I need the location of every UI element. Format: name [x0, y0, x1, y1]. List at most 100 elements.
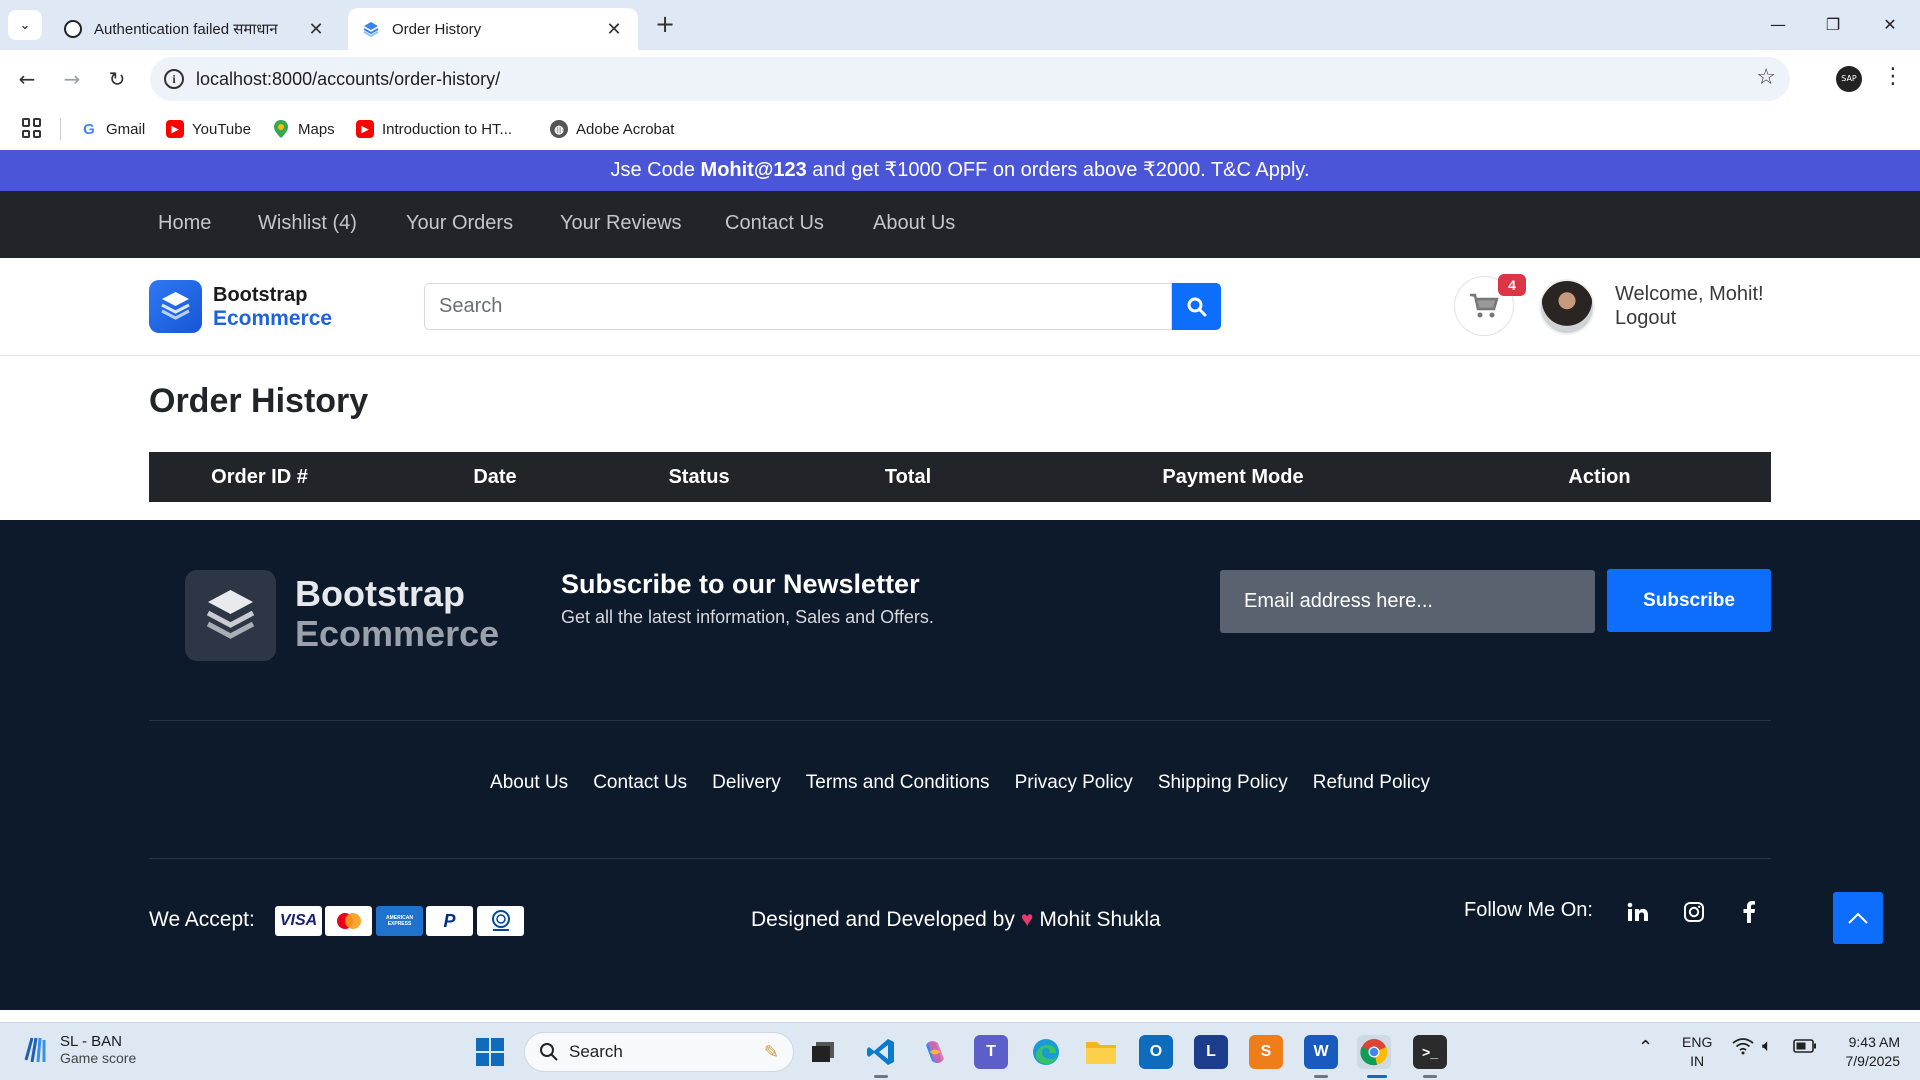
- follow-label: Follow Me On:: [1464, 899, 1593, 921]
- footer-link-privacy[interactable]: Privacy Policy: [1015, 772, 1133, 794]
- logout-link[interactable]: Logout: [1615, 306, 1764, 330]
- nav-your-reviews[interactable]: Your Reviews: [560, 212, 682, 235]
- footer-logo[interactable]: Bootstrap Ecommerce: [295, 574, 499, 654]
- col-action: Action: [1568, 465, 1631, 488]
- url-text[interactable]: localhost:8000/accounts/order-history/: [196, 69, 500, 90]
- footer-link-about[interactable]: About Us: [490, 772, 568, 794]
- footer-link-delivery[interactable]: Delivery: [712, 772, 781, 794]
- bookmark-star-icon[interactable]: ☆: [1756, 65, 1776, 90]
- clock[interactable]: 9:43 AM 7/9/2025: [1830, 1033, 1901, 1071]
- google-icon: G: [83, 120, 95, 138]
- bookmark-adobe-acrobat[interactable]: ◍ Adobe Acrobat: [550, 118, 674, 140]
- nav-wishlist[interactable]: Wishlist (4): [258, 212, 357, 235]
- welcome-text: Welcome, Mohit!: [1615, 283, 1764, 305]
- copilot-icon[interactable]: [918, 1035, 952, 1069]
- battery-icon[interactable]: [1793, 1038, 1817, 1057]
- paypal-card-icon: P: [426, 906, 473, 936]
- close-tab-icon[interactable]: ✕: [306, 19, 326, 40]
- tab-title: Authentication failed समाधान: [94, 21, 278, 38]
- terminal-icon[interactable]: >_: [1413, 1035, 1447, 1069]
- windows-start-icon[interactable]: [473, 1035, 507, 1069]
- taskbar-search-label: Search: [569, 1042, 623, 1061]
- nav-contact-us[interactable]: Contact Us: [725, 212, 824, 235]
- col-total: Total: [884, 465, 932, 488]
- widgets-button[interactable]: SL - BAN Game score: [22, 1033, 136, 1066]
- new-tab-button[interactable]: +: [650, 10, 680, 40]
- restore-icon[interactable]: ❐: [1813, 10, 1853, 40]
- language-code: ENG: [1682, 1034, 1713, 1050]
- footer-link-terms[interactable]: Terms and Conditions: [806, 772, 990, 794]
- bookmark-label: Gmail: [106, 120, 146, 138]
- minimize-icon[interactable]: —: [1758, 10, 1798, 40]
- more-menu-icon[interactable]: ⋮: [1882, 64, 1904, 89]
- back-arrow-icon[interactable]: ←: [12, 64, 42, 94]
- clock-time: 9:43 AM: [1848, 1034, 1900, 1050]
- taskbar-search-box[interactable]: Search ✎: [524, 1032, 794, 1072]
- chrome-icon[interactable]: [1357, 1035, 1391, 1069]
- user-avatar[interactable]: [1539, 279, 1595, 335]
- bookmark-youtube[interactable]: ▶ YouTube: [166, 118, 251, 140]
- profile-avatar[interactable]: SAP: [1836, 66, 1862, 92]
- tray-overflow-chevron-icon[interactable]: ⌃: [1638, 1037, 1653, 1058]
- linkedin-icon[interactable]: [1626, 900, 1650, 924]
- language-indicator[interactable]: ENG IN: [1682, 1033, 1712, 1071]
- subscribe-button[interactable]: Subscribe: [1607, 569, 1771, 632]
- amex-card-icon: AMERICAN EXPRESS: [376, 906, 423, 936]
- logo-layers-icon[interactable]: [149, 280, 202, 333]
- footer-link-contact[interactable]: Contact Us: [593, 772, 687, 794]
- nav-about-us[interactable]: About Us: [873, 212, 955, 235]
- tab-search-button[interactable]: ⌄: [8, 10, 42, 40]
- search-icon: [540, 1043, 558, 1061]
- site-logo[interactable]: Bootstrap Ecommerce: [213, 284, 332, 330]
- apps-grid-icon[interactable]: [22, 118, 42, 138]
- task-view-icon[interactable]: [806, 1035, 840, 1069]
- region-code: IN: [1690, 1053, 1705, 1069]
- address-bar[interactable]: i localhost:8000/accounts/order-history/…: [150, 57, 1790, 101]
- maps-pin-icon: [272, 120, 290, 138]
- scroll-to-top-button[interactable]: [1833, 892, 1883, 944]
- instagram-icon[interactable]: [1682, 900, 1706, 924]
- openai-favicon-icon: [64, 20, 82, 38]
- edge-icon[interactable]: [1029, 1035, 1063, 1069]
- close-window-icon[interactable]: ✕: [1870, 10, 1910, 40]
- logo-line-2: Ecommerce: [213, 307, 333, 330]
- newsletter-email-input[interactable]: [1220, 570, 1595, 633]
- search-input[interactable]: [425, 284, 1171, 329]
- promo-banner: Jse Code Mohit@123 and get ₹1000 OFF on …: [0, 150, 1920, 191]
- vscode-icon[interactable]: [864, 1035, 898, 1069]
- bookmark-intro-html[interactable]: ▶ Introduction to HT...: [356, 118, 512, 140]
- site-footer: Bootstrap Ecommerce Subscribe to our New…: [0, 520, 1920, 1010]
- tab-order-history[interactable]: Order History ✕: [348, 8, 638, 50]
- bookmark-gmail[interactable]: G Gmail: [80, 118, 145, 140]
- reload-icon[interactable]: ↻: [102, 64, 132, 94]
- site-info-icon[interactable]: i: [164, 69, 184, 89]
- file-explorer-icon[interactable]: [1084, 1035, 1118, 1069]
- bookmark-divider: [60, 118, 61, 140]
- facebook-icon[interactable]: [1737, 900, 1761, 924]
- footer-links: About Us Contact Us Delivery Terms and C…: [0, 772, 1920, 794]
- teams-icon[interactable]: T: [974, 1035, 1008, 1069]
- sublime-text-icon[interactable]: S: [1249, 1035, 1283, 1069]
- l-app-icon[interactable]: L: [1194, 1035, 1228, 1069]
- footer-link-shipping[interactable]: Shipping Policy: [1158, 772, 1288, 794]
- outlook-icon[interactable]: O: [1139, 1035, 1173, 1069]
- bookmark-maps[interactable]: Maps: [272, 118, 335, 140]
- footer-logo-layers-icon[interactable]: [185, 570, 276, 661]
- search-highlight-icon: ✎: [763, 1041, 779, 1062]
- wifi-icon[interactable]: [1732, 1037, 1754, 1058]
- close-tab-icon[interactable]: ✕: [604, 19, 624, 40]
- word-icon[interactable]: W: [1304, 1035, 1338, 1069]
- diners-club-card-icon: [477, 906, 524, 936]
- paypal-logo-icon: P: [443, 910, 456, 931]
- visa-card-icon: VISA: [275, 906, 322, 936]
- volume-icon[interactable]: 🔈︎: [1762, 1036, 1772, 1056]
- footer-link-refund[interactable]: Refund Policy: [1313, 772, 1430, 794]
- footer-divider: [149, 858, 1771, 859]
- nav-home[interactable]: Home: [158, 212, 211, 235]
- search-box: [424, 283, 1172, 330]
- forward-arrow-icon[interactable]: →: [57, 64, 87, 94]
- tab-authentication[interactable]: Authentication failed समाधान ✕: [50, 8, 340, 50]
- footer-logo-line-2: Ecommerce: [295, 613, 500, 654]
- nav-your-orders[interactable]: Your Orders: [406, 212, 513, 235]
- search-button[interactable]: [1172, 283, 1221, 330]
